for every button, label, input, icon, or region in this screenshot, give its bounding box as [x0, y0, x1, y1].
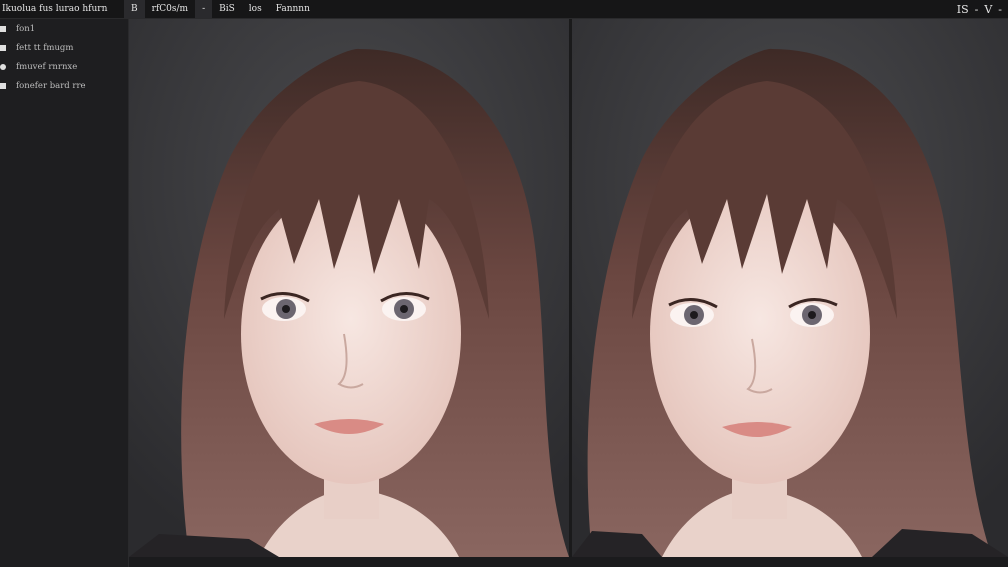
status-strip [129, 557, 1008, 567]
left-image-panel[interactable] [129, 19, 569, 557]
portrait-image-right [572, 19, 1008, 557]
sidebar-item-label: fmuvef rnrnxe [16, 61, 78, 72]
square-bullet-icon [0, 44, 6, 51]
dash-control[interactable]: - [975, 3, 979, 16]
app-window: Ikuolua fus lurao hfurn B rfC0s/m - BiS … [0, 0, 1008, 567]
round-bullet-icon [0, 63, 6, 70]
minimize-control[interactable]: - [998, 3, 1002, 16]
tab-b[interactable]: B [124, 0, 145, 18]
top-menu-bar: Ikuolua fus lurao hfurn B rfC0s/m - BiS … [0, 0, 1008, 19]
tab-rfc0s[interactable]: rfC0s/m [145, 0, 195, 18]
sidebar-item-label: fonefer bard rre [16, 80, 86, 91]
v-control[interactable]: V [984, 3, 992, 16]
tab-bis[interactable]: BiS [212, 0, 242, 18]
sidebar-item-label: fett tt fmugm [16, 42, 74, 53]
right-image-panel[interactable] [572, 19, 1008, 557]
image-viewport[interactable] [129, 19, 1008, 557]
ls-control[interactable]: IS [957, 3, 969, 16]
sidebar: fon1 fett tt fmugm fmuvef rnrnxe fonefer… [0, 19, 129, 567]
sidebar-item-fon1[interactable]: fon1 [0, 19, 128, 38]
sidebar-item-fonefer[interactable]: fonefer bard rre [0, 76, 128, 95]
tab-los[interactable]: los [242, 0, 269, 18]
square-bullet-icon [0, 82, 6, 89]
sidebar-item-fett[interactable]: fett tt fmugm [0, 38, 128, 57]
portrait-image-left [129, 19, 569, 557]
square-bullet-icon [0, 25, 6, 32]
tab-dash[interactable]: - [195, 0, 213, 18]
sidebar-item-fmuvef[interactable]: fmuvef rnrnxe [0, 57, 128, 76]
tab-fannnn[interactable]: Fannnn [269, 0, 317, 18]
window-controls: IS - V - [957, 3, 1008, 16]
app-title: Ikuolua fus lurao hfurn [2, 4, 108, 14]
